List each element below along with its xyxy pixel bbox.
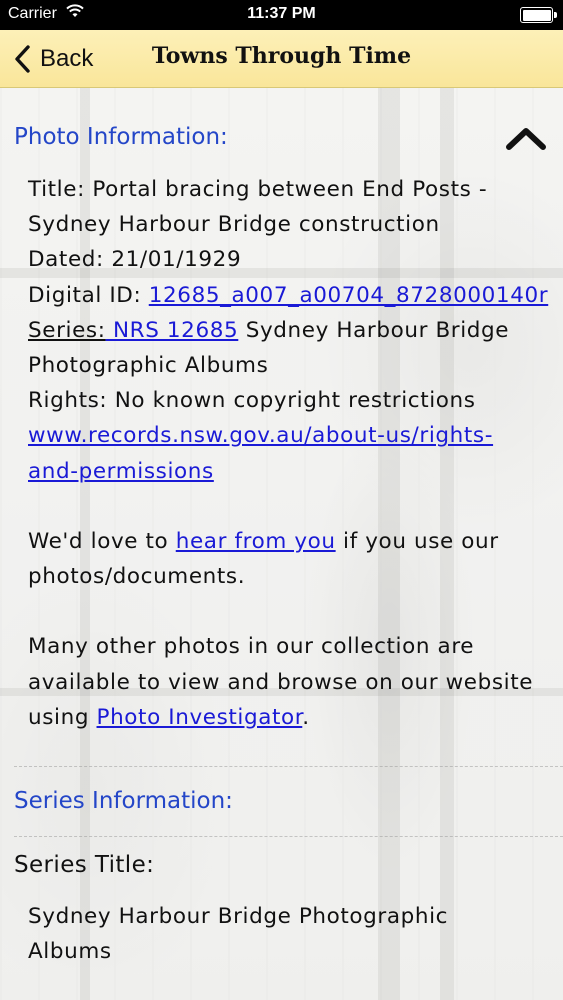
photo-title-line2: Sydney Harbour Bridge construction [28, 212, 440, 238]
feedback-line2: photos/documents. [28, 564, 246, 590]
hear-from-you-link[interactable]: hear from you [176, 529, 336, 554]
photo-information-body: Title: Portal bracing between End Posts … [28, 172, 563, 735]
page-title: Towns Through Time [151, 43, 412, 69]
digital-id-link[interactable]: 12685_a007_a00704_8728000140r [149, 283, 548, 308]
series-information-header[interactable]: Series Information: [14, 788, 233, 814]
rights-text: Rights: No known copyright restrictions [28, 388, 476, 414]
collection-post: . [302, 704, 310, 730]
series-title-value: Sydney Harbour Bridge Photographic Album… [28, 899, 563, 969]
series-label[interactable]: Series: [28, 318, 106, 343]
photo-title-line1: Title: Portal bracing between End Posts … [28, 177, 488, 202]
collection-row: using Photo Investigator. [28, 700, 563, 735]
collection-line2: available to view and browse on our webs… [28, 669, 534, 695]
photo-investigator-link[interactable]: Photo Investigator [97, 705, 303, 730]
divider [14, 836, 563, 837]
series-name-line2: Photographic Albums [28, 352, 269, 378]
series-title-line1: Sydney Harbour Bridge Photographic [28, 904, 449, 929]
status-bar: Carrier 11:37 PM [0, 0, 563, 30]
divider [14, 766, 563, 767]
series-link[interactable]: NRS 12685 [106, 318, 239, 343]
content-area[interactable]: Photo Information: Title: Portal bracing… [0, 88, 563, 1000]
photo-information-header[interactable]: Photo Information: [14, 124, 228, 150]
series-row: Series: NRS 12685 Sydney Harbour Bridge [28, 313, 563, 348]
rights-link-line2[interactable]: and-permissions [28, 459, 214, 484]
series-title-label: Series Title: [14, 852, 155, 878]
feedback-row: We'd love to hear from you if you use ou… [28, 524, 563, 559]
clock: 11:37 PM [247, 5, 316, 22]
digital-id-label: Digital ID: [28, 282, 149, 308]
feedback-pre: We'd love to [28, 528, 176, 554]
series-title-line2: Albums [28, 939, 112, 965]
collection-line1: Many other photos in our collection are [28, 634, 475, 660]
rights-link-line1[interactable]: www.records.nsw.gov.au/about-us/rights- [28, 423, 493, 448]
feedback-post: if you use our [335, 528, 499, 554]
series-name: Sydney Harbour Bridge [238, 317, 510, 343]
chevron-up-icon[interactable] [504, 126, 548, 152]
photo-dated: Dated: 21/01/1929 [28, 247, 242, 273]
battery-icon [520, 7, 557, 23]
digital-id-row: Digital ID: 12685_a007_a00704_8728000140… [28, 278, 563, 313]
navigation-bar: Back Towns Through Time [0, 30, 563, 88]
collection-pre: using [28, 704, 97, 730]
